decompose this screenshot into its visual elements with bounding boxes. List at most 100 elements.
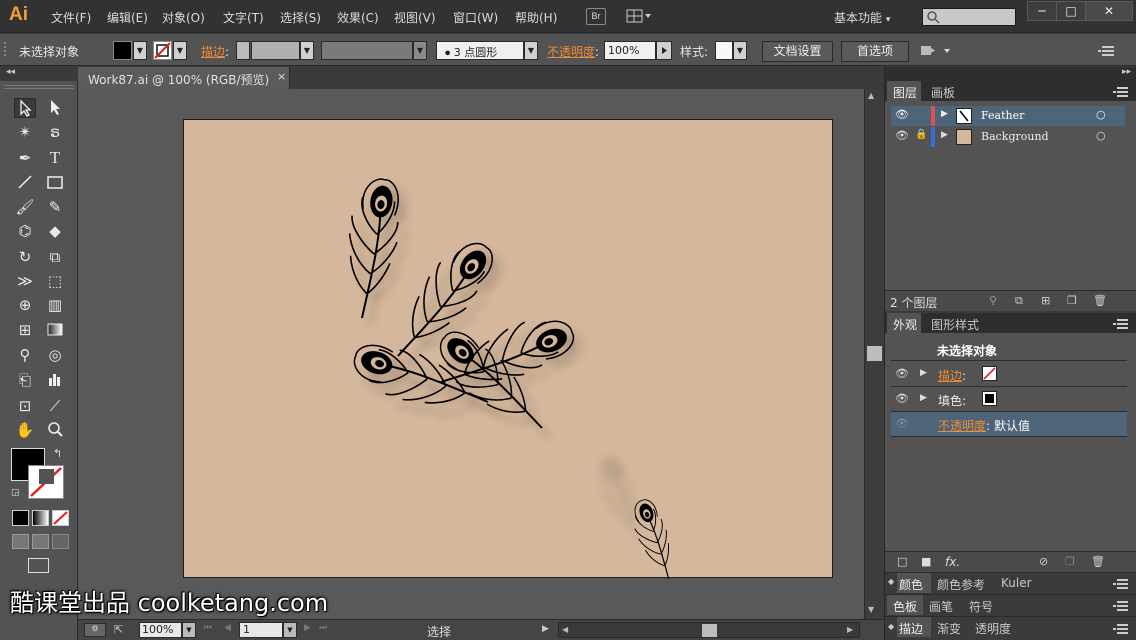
stroke-swatch[interactable]	[982, 366, 997, 381]
search-input[interactable]	[922, 8, 1016, 26]
horizontal-scrollbar[interactable]: ◀ ▶	[558, 622, 860, 638]
menu-window[interactable]: 窗口(W)	[453, 9, 498, 26]
feather-artwork[interactable]	[184, 120, 834, 586]
fx-effect-icon[interactable]: fx.	[945, 555, 960, 569]
scroll-up-icon[interactable]: ▲	[868, 91, 874, 100]
target-circle-icon[interactable]: ○	[1096, 129, 1106, 142]
status-menu-arrow-icon[interactable]: ▶	[542, 624, 549, 634]
stroke-weight-input[interactable]	[251, 41, 300, 60]
type-tool-icon[interactable]: T	[44, 148, 66, 168]
line-tool-icon[interactable]	[14, 173, 36, 193]
tab-color[interactable]: 颜色	[897, 573, 931, 593]
layer-row-background[interactable]: 👁 🔒 ▶ Background ○	[891, 127, 1125, 147]
expand-arrow-icon[interactable]: ▶	[920, 368, 927, 378]
clipping-mask-icon[interactable]: ⧉	[1015, 294, 1023, 308]
stroke-attribute-label[interactable]: 描边:	[938, 367, 966, 384]
artboard-number-input[interactable]: 1	[239, 622, 283, 638]
layer-name[interactable]: Background	[981, 130, 1049, 143]
column-graph-tool-icon[interactable]	[44, 370, 66, 390]
menu-file[interactable]: 文件(F)	[51, 9, 91, 26]
tab-color-guide[interactable]: 颜色参考	[935, 573, 985, 593]
bridge-button[interactable]: Br	[586, 8, 606, 25]
add-new-stroke-icon[interactable]: □	[897, 555, 907, 568]
fill-attribute-label[interactable]: 填色:	[938, 392, 966, 409]
appearance-panel-menu-icon[interactable]	[1113, 319, 1129, 329]
prev-artboard-icon[interactable]: ◀	[224, 623, 231, 633]
menu-select[interactable]: 选择(S)	[280, 9, 321, 26]
pen-tool-icon[interactable]: ✒	[14, 148, 36, 168]
variable-width-profile[interactable]	[321, 41, 413, 60]
tab-swatches[interactable]: 色板	[887, 595, 923, 615]
magic-wand-tool-icon[interactable]: ✴	[14, 122, 36, 142]
new-sublayer-icon[interactable]: ⊞	[1041, 294, 1050, 307]
lasso-tool-icon[interactable]: ຣ	[44, 122, 66, 142]
rectangle-tool-icon[interactable]	[44, 173, 66, 193]
blob-brush-tool-icon[interactable]: ⌬	[14, 221, 36, 241]
hand-tool-icon[interactable]: ✋	[14, 420, 36, 440]
tab-appearance[interactable]: 外观	[887, 313, 921, 333]
stroke-weight-stepper[interactable]	[236, 41, 250, 60]
collapse-icon[interactable]: ◂◂	[6, 67, 15, 77]
tab-artboards[interactable]: 画板	[925, 81, 955, 101]
tab-gradient[interactable]: 渐变	[935, 617, 961, 637]
menu-object[interactable]: 对象(O)	[162, 9, 205, 26]
none-mode-icon[interactable]	[52, 510, 69, 526]
menu-effect[interactable]: 效果(C)	[337, 9, 379, 26]
collapse-arrow-icon[interactable]: ◆	[888, 577, 894, 586]
pencil-tool-icon[interactable]: ✎	[44, 197, 66, 217]
artboard-tool-icon[interactable]: ⊡	[14, 396, 36, 416]
mesh-tool-icon[interactable]: ⊞	[14, 320, 36, 340]
panel-menu-icon[interactable]	[1113, 624, 1129, 634]
collapse-arrow-icon[interactable]: ◆	[888, 622, 894, 631]
tab-kuler[interactable]: Kuler	[999, 573, 1032, 593]
menu-edit[interactable]: 编辑(E)	[107, 9, 148, 26]
gradient-tool-icon[interactable]	[44, 320, 66, 340]
blend-tool-icon[interactable]: ◎	[44, 345, 66, 365]
expand-arrow-icon[interactable]: ▶	[920, 393, 927, 403]
scroll-left-icon[interactable]: ◀	[562, 625, 568, 634]
free-transform-tool-icon[interactable]: ⬚	[44, 271, 66, 291]
document-setup-button[interactable]: 文档设置	[762, 41, 833, 62]
fill-swatch[interactable]	[982, 391, 997, 406]
document-tab[interactable]: Work87.ai @ 100% (RGB/预览) ×	[78, 67, 290, 89]
visibility-eye-icon[interactable]: 👁	[895, 108, 909, 121]
workspace-switcher[interactable]: 基本功能 ▾	[834, 9, 890, 26]
appearance-stroke-row[interactable]: 👁 ▶ 描边:	[891, 362, 1127, 387]
zoom-dropdown[interactable]: ▼	[182, 622, 196, 638]
next-artboard-icon[interactable]: ▶	[304, 623, 311, 633]
tab-symbols[interactable]: 符号	[967, 595, 993, 615]
appearance-opacity-row[interactable]: 👁 不透明度: 默认值	[891, 412, 1127, 437]
graphic-style-swatch[interactable]	[715, 41, 733, 60]
vertical-scrollbar[interactable]: ▲ ▼	[864, 89, 884, 619]
tab-stroke[interactable]: 描边	[897, 617, 931, 637]
visibility-eye-icon[interactable]: 👁	[895, 129, 909, 142]
align-options-icon[interactable]	[919, 44, 953, 58]
brush-dropdown[interactable]: ▼	[524, 41, 538, 60]
opacity-label[interactable]: 不透明度:	[547, 43, 599, 60]
screen-mode-icon[interactable]	[28, 558, 49, 573]
visibility-eye-icon[interactable]: 👁	[895, 417, 909, 430]
tab-graphic-styles[interactable]: 图形样式	[925, 313, 979, 333]
graphic-style-dropdown[interactable]: ▼	[733, 41, 747, 60]
expand-icon[interactable]: ▸▸	[1122, 67, 1131, 77]
variable-width-dropdown[interactable]: ▼	[413, 41, 427, 60]
swap-colors-icon[interactable]: ↰	[53, 447, 62, 460]
draw-inside-icon[interactable]	[52, 534, 69, 549]
last-artboard-icon[interactable]: ⏭	[319, 623, 327, 633]
artboard-dropdown[interactable]: ▼	[283, 622, 297, 638]
trash-icon[interactable]: 🗑	[1093, 294, 1107, 307]
brush-definition[interactable]: ● 3 点圆形	[436, 41, 524, 60]
panel-menu-icon[interactable]	[1098, 45, 1116, 57]
opacity-slider-button[interactable]	[656, 41, 672, 60]
new-layer-icon[interactable]: ❐	[1067, 294, 1077, 307]
stroke-swatch[interactable]	[153, 41, 172, 60]
panel-menu-icon[interactable]	[1113, 579, 1129, 589]
stroke-weight-dropdown[interactable]: ▼	[300, 41, 314, 60]
opacity-input[interactable]: 100%	[604, 41, 656, 60]
zoom-input[interactable]: 100%	[139, 622, 182, 638]
scroll-down-icon[interactable]: ▼	[868, 605, 874, 614]
panel-menu-icon[interactable]	[1113, 601, 1129, 611]
selection-tool-icon[interactable]	[14, 98, 36, 118]
appearance-fill-row[interactable]: 👁 ▶ 填色:	[891, 387, 1127, 412]
layer-row-feather[interactable]: 👁 ▶ Feather ○	[891, 106, 1125, 126]
